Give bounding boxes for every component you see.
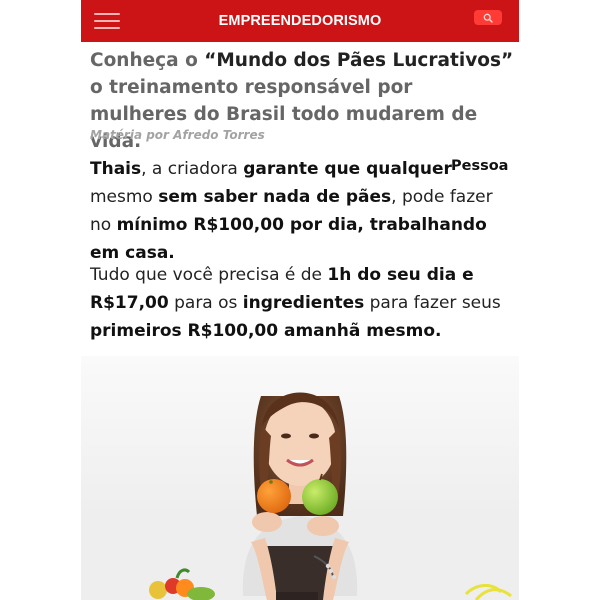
headline-start: Conheça o [90, 50, 205, 71]
p1-bold-3: mínimo R$100,00 por dia, trabalhando em … [90, 215, 487, 263]
p1-text-1: , a criadora [141, 159, 244, 179]
creator-name: Thais [90, 159, 142, 179]
article-paragraph-2: Tudo que você precisa é de 1h do seu dia… [90, 261, 518, 345]
top-navigation-bar: EMPREENDEDORISMO [81, 0, 519, 42]
search-button[interactable] [474, 10, 502, 25]
search-icon [483, 13, 493, 23]
p2-bold-2: ingredientes [242, 293, 365, 313]
hamburger-menu-icon[interactable] [94, 12, 120, 30]
article-page: EMPREENDEDORISMO Conheça o “Mundo dos Pã… [81, 0, 519, 600]
p2-bold-3: primeiros R$100,00 amanhã mesmo. [90, 321, 442, 341]
article-byline: Matéria por Afredo Torres [90, 128, 265, 142]
p2-text-2: para os [168, 293, 243, 313]
p1-bold-1: garante que qualquer [243, 159, 452, 179]
p1-text-2: mesmo [90, 187, 159, 207]
headline-quote: “Mundo dos Pães Lucrativos” [204, 50, 514, 71]
article-photo-woman-with-fruits [81, 356, 519, 600]
site-brand[interactable]: EMPREENDEDORISMO [219, 13, 382, 29]
p2-text-1: Tudo que você precisa é de [90, 265, 328, 285]
p2-text-3: para fazer seus [364, 293, 501, 313]
floating-word-pessoa: Pessoa [451, 158, 509, 174]
p1-bold-2: sem saber nada de pães [158, 187, 392, 207]
